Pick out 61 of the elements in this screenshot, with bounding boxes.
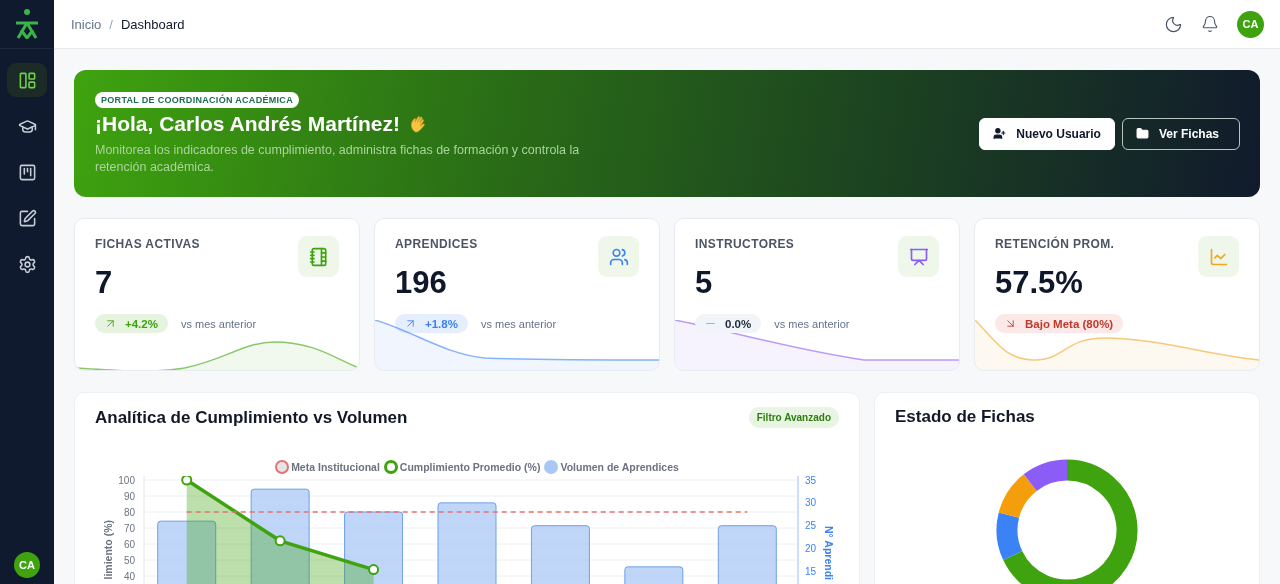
- axis-tick-label: 20: [805, 543, 817, 555]
- breadcrumb-link[interactable]: Inicio: [71, 16, 102, 32]
- axis-tick-label: 35: [805, 476, 817, 486]
- dashboard-icon: [17, 70, 37, 90]
- stat-value: 5: [695, 265, 714, 301]
- trend-badge: Bajo Meta (80%): [995, 314, 1124, 333]
- axis-title: limiento (%): [102, 520, 114, 580]
- kanban-icon: [17, 162, 37, 182]
- breadcrumb-separator: /: [109, 16, 113, 32]
- view-fichas-button[interactable]: Ver Fichas: [1121, 117, 1240, 150]
- notification-bell-icon[interactable]: [1201, 15, 1219, 33]
- legend-item[interactable]: Volumen de Aprendices: [544, 460, 679, 474]
- trend-badge: +4.2%: [95, 314, 168, 333]
- axis-tick-label: 40: [123, 570, 135, 582]
- stat-value: 7: [95, 265, 114, 301]
- data-point: [368, 564, 380, 576]
- axis-tick-label: 15: [805, 565, 817, 577]
- axis-tick-label: 30: [805, 497, 817, 509]
- arrow-up-right-icon: [404, 317, 417, 330]
- axis-tick-label: 80: [123, 506, 135, 518]
- data-point: [274, 535, 286, 547]
- portal-badge: PORTAL DE COORDINACIÓN ACADÉMICA: [95, 91, 299, 108]
- breadcrumb-link[interactable]: Dashboard: [121, 16, 185, 32]
- stat-note: vs mes anterior: [774, 317, 850, 330]
- stat-label: RETENCIÓN PROM.: [995, 237, 1115, 253]
- arrow-down-right-icon: [1004, 317, 1017, 330]
- user-avatar[interactable]: CA: [14, 552, 40, 578]
- card-title: Analítica de Cumplimiento vs Volumen: [95, 407, 408, 428]
- stat-value: 196: [395, 265, 448, 301]
- axis-tick-label: 25: [805, 520, 817, 532]
- new-user-button[interactable]: Nuevo Usuario: [979, 117, 1115, 150]
- axis-tick-label: 70: [123, 522, 135, 534]
- stat-note: vs mes anterior: [480, 317, 557, 330]
- data-point: [181, 476, 193, 486]
- stat-label: INSTRUCTORES: [695, 237, 795, 253]
- stat-value: 57.5%: [995, 265, 1084, 301]
- stat-note: vs mes anterior: [180, 317, 257, 330]
- folder-icon: [1135, 127, 1149, 140]
- trend-badge: +1.8%: [395, 314, 468, 333]
- greeting-title: ¡Hola, Carlos Andrés Martínez!: [95, 111, 400, 136]
- filter-badge[interactable]: Filtro Avanzado: [748, 407, 839, 428]
- banner-description: Monitorea los indicadores de cumplimiento, administra fichas de formación y controla la retención académica.: [95, 141, 581, 176]
- axis-title: N° Aprendi: [823, 526, 835, 580]
- stat-label: APRENDICES: [395, 237, 478, 253]
- axis-tick-label: 100: [118, 476, 135, 486]
- logo-icon: [13, 9, 41, 39]
- dark-mode-icon[interactable]: [1164, 14, 1183, 34]
- stat-label: FICHAS ACTIVAS: [95, 237, 200, 253]
- axis-tick-label: 50: [123, 554, 135, 566]
- trend-badge: 0.0%: [695, 314, 762, 333]
- settings-icon: [17, 254, 37, 274]
- nav-button[interactable]: [7, 63, 47, 97]
- axis-tick-label: 60: [123, 538, 135, 550]
- legend-item[interactable]: Cumplimiento Promedio (%): [383, 460, 541, 474]
- user-avatar[interactable]: CA: [1237, 10, 1264, 38]
- user-plus-icon: [993, 127, 1007, 140]
- arrow-up-right-icon: [104, 317, 117, 330]
- card-title: Estado de Fichas: [895, 407, 1036, 427]
- edit-icon: [17, 208, 37, 228]
- legend-item[interactable]: Meta Institucional: [275, 460, 380, 474]
- axis-tick-label: 90: [123, 490, 135, 502]
